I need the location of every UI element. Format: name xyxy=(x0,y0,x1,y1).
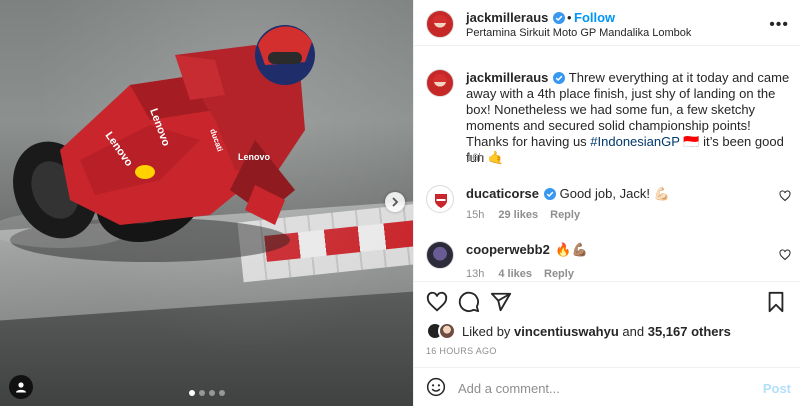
carousel-indicator xyxy=(0,390,413,396)
comment-icon[interactable] xyxy=(458,291,480,313)
comment-text: Good job, Jack! 💪🏻 xyxy=(559,186,670,201)
carousel-next-icon xyxy=(392,197,399,207)
carousel-dot xyxy=(218,390,225,396)
likes-middle: and xyxy=(618,323,648,339)
carousel-dot xyxy=(208,390,215,396)
tagged-user-icon xyxy=(16,382,26,393)
comment-likes[interactable]: 4 likes xyxy=(498,268,532,280)
more-options-icon[interactable]: ••• xyxy=(769,16,789,34)
comment-text: 🔥💪🏽 xyxy=(555,242,588,257)
post-timestamp[interactable]: 16 HOURS AGO xyxy=(426,346,497,356)
post-dialog: 43 Lenovo Lenovo Lenovo ducati xyxy=(0,0,800,406)
caption-username[interactable]: jackmilleraus xyxy=(466,70,548,85)
carousel-dot xyxy=(188,390,195,396)
caption-time: 16h xyxy=(466,152,485,164)
verified-badge-icon xyxy=(543,188,556,200)
carousel-next-button[interactable] xyxy=(385,192,405,212)
likes-summary: Liked by vincentiuswahyu and 35,167 othe… xyxy=(426,321,731,341)
post-comment-button[interactable]: Post xyxy=(763,381,791,396)
likes-count-link[interactable]: 35,167 others xyxy=(648,324,731,339)
comment-time: 13h xyxy=(466,268,485,280)
liker-username[interactable]: vincentiuswahyu xyxy=(514,324,619,339)
post-header: jackmilleraus • Follow Pertamina Sirkuit… xyxy=(414,0,800,46)
tagged-users-button[interactable] xyxy=(9,375,33,399)
emoji-icon[interactable] xyxy=(426,377,446,397)
author-avatar[interactable] xyxy=(426,10,454,38)
verified-badge-icon xyxy=(553,72,566,84)
svg-text:Lenovo: Lenovo xyxy=(238,152,271,162)
cooperwebb2-avatar[interactable] xyxy=(426,241,454,269)
heart-icon[interactable] xyxy=(779,249,791,261)
comment-username[interactable]: ducaticorse xyxy=(466,186,539,201)
share-icon[interactable] xyxy=(490,291,512,313)
comment-username[interactable]: cooperwebb2 xyxy=(466,242,550,257)
reply-button[interactable]: Reply xyxy=(550,209,580,221)
bookmark-icon[interactable] xyxy=(765,291,787,313)
comments-list: jackmilleraus Threw everything at it tod… xyxy=(414,47,800,280)
separator-dot: • xyxy=(567,10,572,25)
post-actions xyxy=(414,281,800,321)
verified-badge-icon xyxy=(553,12,565,24)
ducati-logo-icon xyxy=(435,194,447,208)
comment-composer: Post xyxy=(414,367,800,406)
post-media[interactable]: 43 Lenovo Lenovo Lenovo ducati xyxy=(0,0,413,406)
location-link[interactable]: Pertamina Sirkuit Moto GP Mandalika Lomb… xyxy=(466,27,691,39)
hashtag-link[interactable]: #IndonesianGP xyxy=(590,134,679,149)
caption-author-avatar[interactable] xyxy=(426,69,454,97)
reply-button[interactable]: Reply xyxy=(544,268,574,280)
follow-button[interactable]: Follow xyxy=(574,10,615,25)
comment-likes[interactable]: 29 likes xyxy=(498,209,538,221)
heart-icon[interactable] xyxy=(426,291,448,313)
comment-time: 15h xyxy=(466,209,485,221)
motogp-rider-photo: 43 Lenovo Lenovo Lenovo ducati xyxy=(0,25,315,262)
liker-avatar xyxy=(438,322,456,340)
likes-prefix: Liked by xyxy=(462,323,515,339)
carousel-dot xyxy=(198,390,205,396)
author-username[interactable]: jackmilleraus xyxy=(466,10,548,25)
heart-icon[interactable] xyxy=(779,190,791,202)
comment-input[interactable] xyxy=(458,378,748,398)
ducaticorse-avatar[interactable] xyxy=(426,185,454,213)
post-details-panel: jackmilleraus • Follow Pertamina Sirkuit… xyxy=(413,0,800,406)
